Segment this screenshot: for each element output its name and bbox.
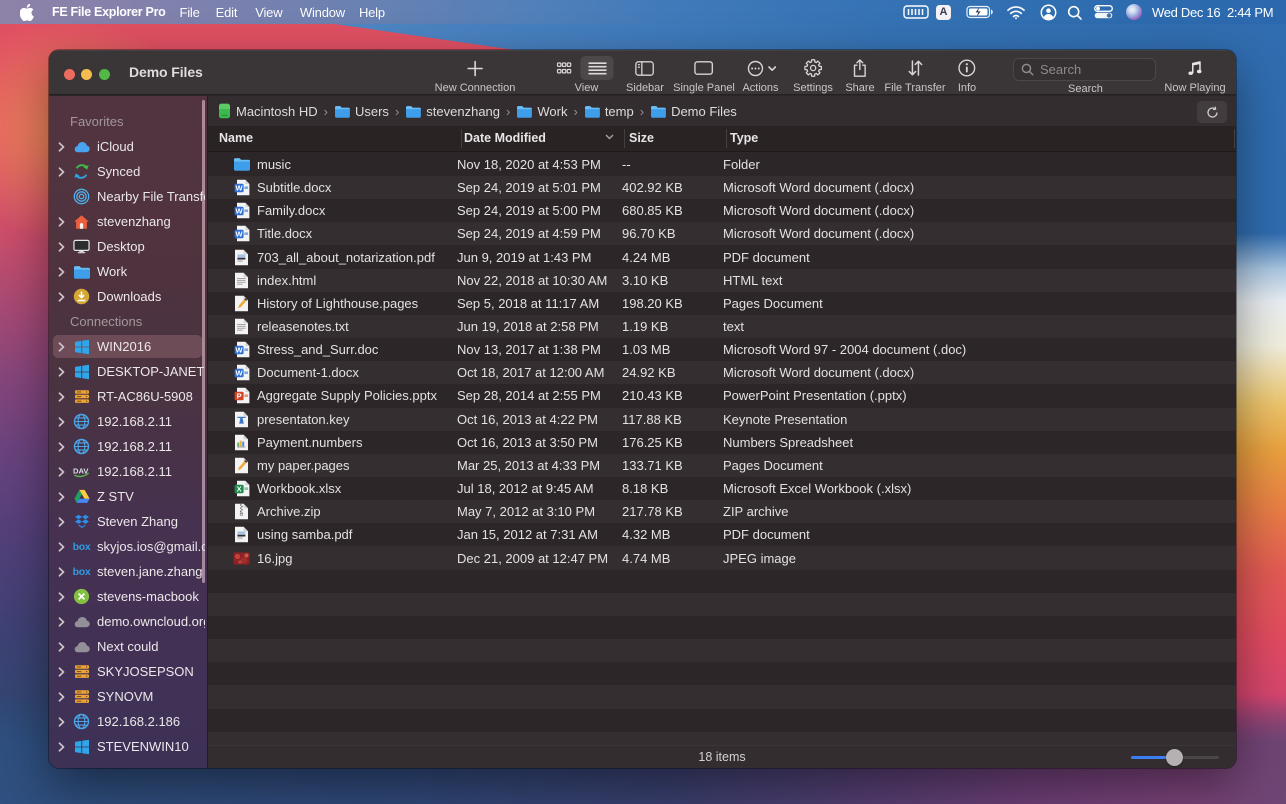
svg-text:W: W <box>235 184 243 193</box>
svg-text:W: W <box>235 207 243 216</box>
svg-text:X: X <box>236 485 241 494</box>
svg-text:W: W <box>235 369 243 378</box>
svg-text:P: P <box>236 392 241 401</box>
svg-text:W: W <box>235 346 243 355</box>
svg-text:W: W <box>235 230 243 239</box>
